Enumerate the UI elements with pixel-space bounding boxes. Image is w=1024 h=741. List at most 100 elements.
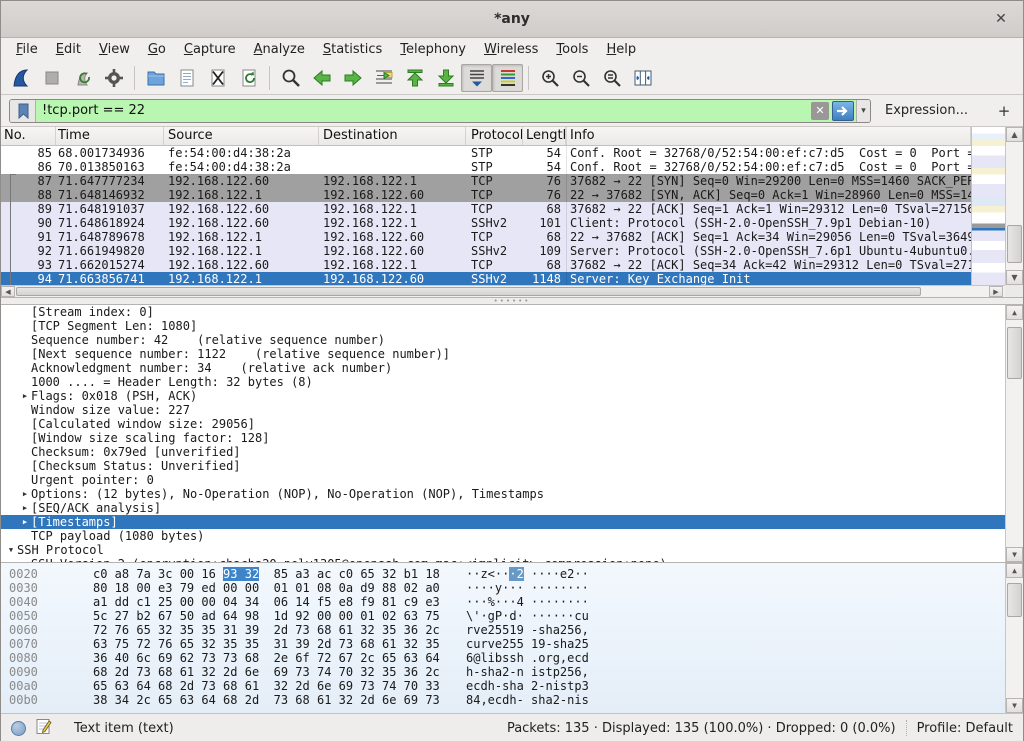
scroll-down-icon[interactable]: ▼ [1006, 547, 1023, 562]
menu-analyze[interactable]: Analyze [245, 40, 314, 59]
detail-line[interactable]: ▶Options: (12 bytes), No-Operation (NOP)… [1, 487, 1023, 501]
hscroll-thumb[interactable] [16, 287, 921, 296]
go-to-top-button[interactable] [399, 64, 430, 92]
detail-line[interactable]: [Window size scaling factor: 128] [1, 431, 1023, 445]
detail-line[interactable]: [Calculated window size: 29056] [1, 417, 1023, 431]
add-filter-button[interactable]: + [993, 100, 1015, 122]
menu-statistics[interactable]: Statistics [314, 40, 391, 59]
expression-button[interactable]: Expression... [885, 103, 968, 118]
hex-row-0030[interactable]: 003080 18 00 e3 79 ed 00 00 01 01 08 0a … [1, 581, 1023, 595]
detail-line[interactable]: [Stream index: 0] [1, 305, 1023, 319]
go-back-button[interactable] [306, 64, 337, 92]
expander-icon[interactable]: ▶ [19, 501, 31, 515]
hex-vscrollbar[interactable]: ▲ ▼ [1005, 563, 1023, 713]
scroll-up-icon[interactable]: ▲ [1006, 305, 1023, 320]
packet-list-vscrollbar[interactable]: ▲ ▼ [1005, 127, 1023, 285]
filter-bookmark-button[interactable] [10, 100, 36, 122]
reload-file-button[interactable] [233, 64, 264, 92]
detail-line[interactable]: Window size value: 227 [1, 403, 1023, 417]
filter-apply-button[interactable] [832, 101, 854, 121]
detail-line[interactable]: Checksum: 0x79ed [unverified] [1, 445, 1023, 459]
packet-row-88[interactable]: 8871.648146932192.168.122.1192.168.122.6… [1, 188, 971, 202]
menu-capture[interactable]: Capture [175, 40, 245, 59]
packet-row-91[interactable]: 9171.648789678192.168.122.1192.168.122.6… [1, 230, 971, 244]
detail-line[interactable]: ▼SSH Protocol [1, 543, 1023, 557]
close-icon[interactable]: ✕ [991, 9, 1011, 29]
auto-scroll-button[interactable] [461, 64, 492, 92]
packet-row-85[interactable]: 8568.001734936fe:54:00:d4:38:2aSTP54Conf… [1, 146, 971, 160]
capture-options-button[interactable] [98, 64, 129, 92]
zoom-out-button[interactable] [565, 64, 596, 92]
go-forward-button[interactable] [337, 64, 368, 92]
expert-info-icon[interactable] [11, 721, 26, 736]
expander-icon[interactable]: ▶ [19, 487, 31, 501]
hex-row-0060[interactable]: 006072 76 65 32 35 35 31 39 2d 73 68 61 … [1, 623, 1023, 637]
packet-minimap-scrollbar[interactable] [971, 127, 1005, 285]
filter-clear-button[interactable]: ✕ [811, 102, 829, 120]
menu-tools[interactable]: Tools [547, 40, 597, 59]
display-filter-input[interactable]: !tcp.port == 22 [36, 103, 811, 118]
packet-row-86[interactable]: 8670.013850163fe:54:00:d4:38:2aSTP54Conf… [1, 160, 971, 174]
filter-dropdown-caret[interactable]: ▾ [856, 100, 870, 122]
menu-help[interactable]: Help [597, 40, 645, 59]
details-vscrollbar[interactable]: ▲ ▼ [1005, 305, 1023, 562]
stop-capture-button[interactable] [36, 64, 67, 92]
menu-go[interactable]: Go [139, 40, 175, 59]
column-header-no[interactable]: No. [1, 127, 56, 145]
packet-row-90[interactable]: 9071.648618924192.168.122.60192.168.122.… [1, 216, 971, 230]
scroll-thumb[interactable] [1007, 583, 1022, 617]
detail-line[interactable]: Acknowledgment number: 34 (relative ack … [1, 361, 1023, 375]
detail-line[interactable]: Sequence number: 42 (relative sequence n… [1, 333, 1023, 347]
column-header-source[interactable]: Source [164, 127, 319, 145]
title-bar[interactable]: *any ✕ [1, 1, 1023, 38]
column-header-destination[interactable]: Destination [319, 127, 466, 145]
scroll-up-icon[interactable]: ▲ [1006, 127, 1023, 142]
packet-list-hscrollbar[interactable]: ◀ ▶ [1, 285, 1005, 297]
detail-line[interactable]: Urgent pointer: 0 [1, 473, 1023, 487]
scroll-up-icon[interactable]: ▲ [1006, 563, 1023, 578]
column-header-protocol[interactable]: Protocol [466, 127, 523, 145]
expander-icon[interactable]: ▶ [19, 389, 31, 403]
hex-row-00b0[interactable]: 00b038 34 2c 65 63 64 68 2d 73 68 61 32 … [1, 693, 1023, 707]
scroll-left-icon[interactable]: ◀ [1, 286, 15, 297]
start-capture-button[interactable] [5, 64, 36, 92]
find-packet-button[interactable] [275, 64, 306, 92]
close-file-button[interactable] [202, 64, 233, 92]
detail-line[interactable]: ▶Flags: 0x018 (PSH, ACK) [1, 389, 1023, 403]
menu-view[interactable]: View [90, 40, 139, 59]
column-header-length[interactable]: Length [523, 127, 566, 145]
hex-row-0090[interactable]: 009068 2d 73 68 61 32 2d 6e 69 73 74 70 … [1, 665, 1023, 679]
hex-row-0070[interactable]: 007063 75 72 76 65 32 35 35 31 39 2d 73 … [1, 637, 1023, 651]
menu-edit[interactable]: Edit [47, 40, 90, 59]
detail-line[interactable]: [Checksum Status: Unverified] [1, 459, 1023, 473]
open-file-button[interactable] [140, 64, 171, 92]
expander-icon[interactable]: ▼ [5, 543, 17, 557]
scroll-right-icon[interactable]: ▶ [989, 286, 1003, 297]
detail-line[interactable]: TCP payload (1080 bytes) [1, 529, 1023, 543]
detail-line[interactable]: [TCP Segment Len: 1080] [1, 319, 1023, 333]
menu-wireless[interactable]: Wireless [475, 40, 547, 59]
column-header-time[interactable]: Time [56, 127, 164, 145]
hex-row-0040[interactable]: 0040a1 dd c1 25 00 00 04 34 06 14 f5 e8 … [1, 595, 1023, 609]
expander-icon[interactable]: ▶ [19, 515, 31, 529]
capture-comment-icon[interactable] [36, 718, 52, 739]
save-file-button[interactable] [171, 64, 202, 92]
packet-row-94[interactable]: 9471.663856741192.168.122.1192.168.122.6… [1, 272, 971, 285]
go-to-bottom-button[interactable] [430, 64, 461, 92]
go-to-packet-button[interactable] [368, 64, 399, 92]
scroll-thumb[interactable] [1007, 327, 1022, 379]
hex-row-0020[interactable]: 0020c0 a8 7a 3c 00 16 93 32 85 a3 ac c0 … [1, 567, 1023, 581]
resize-columns-button[interactable] [627, 64, 658, 92]
menu-telephony[interactable]: Telephony [391, 40, 475, 59]
packet-row-93[interactable]: 9371.662015274192.168.122.60192.168.122.… [1, 258, 971, 272]
packet-row-89[interactable]: 8971.648191037192.168.122.60192.168.122.… [1, 202, 971, 216]
packet-row-92[interactable]: 9271.661949820192.168.122.1192.168.122.6… [1, 244, 971, 258]
hex-row-0050[interactable]: 00505c 27 b2 67 50 ad 64 98 1d 92 00 00 … [1, 609, 1023, 623]
detail-line[interactable]: ▶[SEQ/ACK analysis] [1, 501, 1023, 515]
detail-line[interactable]: [Next sequence number: 1122 (relative se… [1, 347, 1023, 361]
detail-line[interactable]: 1000 .... = Header Length: 32 bytes (8) [1, 375, 1023, 389]
zoom-original-button[interactable] [596, 64, 627, 92]
menu-file[interactable]: File [7, 40, 47, 59]
detail-line-selected[interactable]: ▶[Timestamps] [1, 515, 1023, 529]
scroll-down-icon[interactable]: ▼ [1006, 698, 1023, 713]
